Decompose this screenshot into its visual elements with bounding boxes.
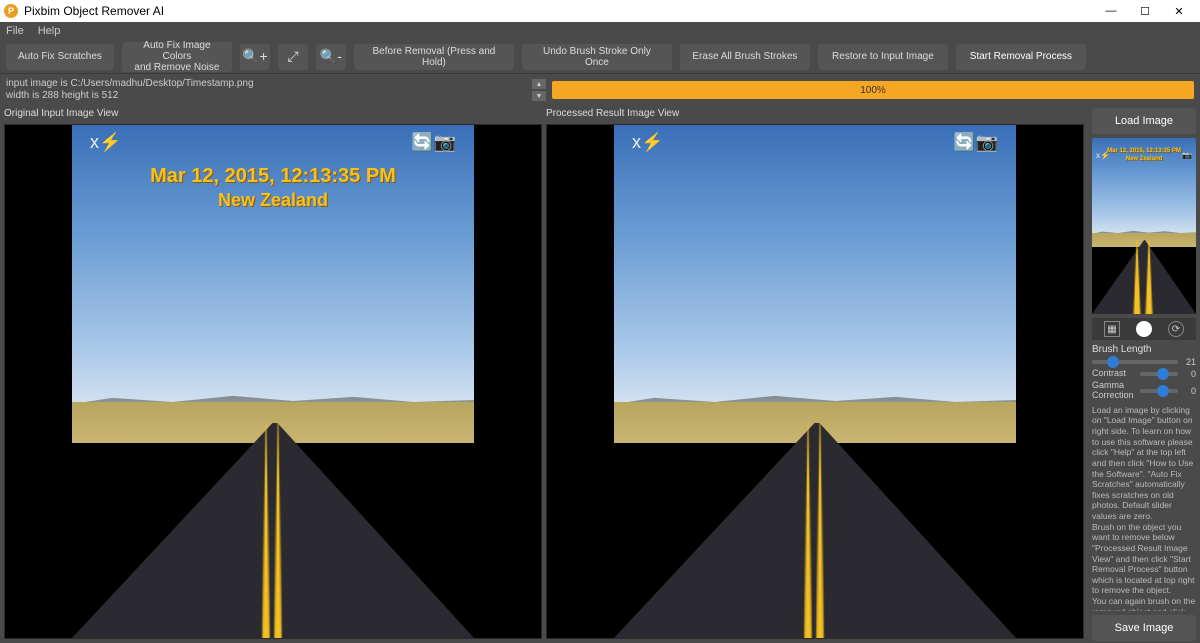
menubar: File Help bbox=[0, 22, 1200, 40]
status-line2: width is 288 height is 512 bbox=[6, 90, 526, 102]
location-text: New Zealand bbox=[72, 190, 474, 211]
switch-icon[interactable]: ⟳ bbox=[1168, 321, 1184, 337]
contrast-value: 0 bbox=[1182, 369, 1196, 379]
erase-all-button[interactable]: Erase All Brush Strokes bbox=[680, 44, 810, 70]
sliders: Brush Length 21 Contrast 0 Gamma Correct… bbox=[1092, 344, 1196, 401]
thumbnail-image: x⚡ 📷 Mar 12, 2015, 12:13:35 PM New Zeala… bbox=[1092, 138, 1196, 314]
original-image: x⚡ 🔄📷 Mar 12, 2015, 12:13:35 PM New Zeal… bbox=[72, 125, 474, 638]
processed-view-canvas[interactable]: x⚡ 🔄📷 bbox=[546, 124, 1084, 639]
maximize-button[interactable]: ☐ bbox=[1128, 0, 1162, 22]
brush-length-label: Brush Length bbox=[1092, 344, 1196, 355]
start-removal-button[interactable]: Start Removal Process bbox=[956, 44, 1086, 70]
progress-value: 100% bbox=[860, 85, 886, 96]
gamma-label: Gamma Correction bbox=[1092, 381, 1136, 401]
help-text: Load an image by clicking on "Load Image… bbox=[1092, 405, 1196, 611]
status-info: input image is C:/Users/madhu/Desktop/Ti… bbox=[6, 76, 526, 104]
status-toggle[interactable]: ▲ ▼ bbox=[532, 76, 546, 104]
zoom-in-button[interactable]: 🔍+ bbox=[240, 44, 270, 70]
progress-container: 100% bbox=[552, 76, 1194, 104]
camera-switch-icon: 🔄📷 bbox=[411, 132, 456, 153]
expand-icon: ⤢ bbox=[287, 49, 298, 64]
contrast-slider[interactable]: Contrast 0 bbox=[1092, 369, 1196, 379]
brush-length-value: 21 bbox=[1182, 357, 1196, 367]
shutter-icon[interactable] bbox=[1136, 321, 1152, 337]
brush-length-slider[interactable]: 21 bbox=[1092, 357, 1196, 367]
contrast-label: Contrast bbox=[1092, 369, 1136, 379]
gamma-value: 0 bbox=[1182, 386, 1196, 396]
timestamp-overlay: Mar 12, 2015, 12:13:35 PM New Zealand bbox=[72, 165, 474, 211]
undo-brush-button[interactable]: Undo Brush Stroke Only Once bbox=[522, 44, 672, 70]
restore-button[interactable]: Restore to Input Image bbox=[818, 44, 948, 70]
auto-fix-colors-button[interactable]: Auto Fix Image Colors and Remove Noise bbox=[122, 42, 232, 72]
status-row: input image is C:/Users/madhu/Desktop/Ti… bbox=[0, 74, 1200, 106]
app-title: Pixbim Object Remover AI bbox=[24, 4, 164, 18]
flash-icon: x⚡ bbox=[632, 132, 663, 153]
camera-switch-icon: 🔄📷 bbox=[953, 132, 998, 153]
gallery-icon[interactable]: ▦ bbox=[1104, 321, 1120, 337]
gamma-slider[interactable]: Gamma Correction 0 bbox=[1092, 381, 1196, 401]
menu-file[interactable]: File bbox=[6, 25, 24, 37]
expand-button[interactable]: ⤢ bbox=[278, 44, 308, 70]
views: Original Input Image View x⚡ 🔄📷 bbox=[0, 106, 1088, 643]
original-view-canvas[interactable]: x⚡ 🔄📷 Mar 12, 2015, 12:13:35 PM New Zeal… bbox=[4, 124, 542, 639]
toolbar: Auto Fix Scratches Auto Fix Image Colors… bbox=[0, 40, 1200, 74]
app-logo-icon: P bbox=[4, 4, 18, 18]
close-button[interactable]: ✕ bbox=[1162, 0, 1196, 22]
before-removal-button[interactable]: Before Removal (Press and Hold) bbox=[354, 44, 514, 70]
processed-image: x⚡ 🔄📷 bbox=[614, 125, 1016, 638]
status-line1: input image is C:/Users/madhu/Desktop/Ti… bbox=[6, 78, 526, 90]
save-image-button[interactable]: Save Image bbox=[1092, 615, 1196, 641]
toggle-up-icon[interactable]: ▲ bbox=[532, 79, 546, 89]
zoom-out-icon: 🔍- bbox=[320, 49, 342, 64]
processed-view-label: Processed Result Image View bbox=[546, 106, 1084, 124]
auto-fix-scratches-button[interactable]: Auto Fix Scratches bbox=[6, 44, 114, 70]
titlebar: P Pixbim Object Remover AI — ☐ ✕ bbox=[0, 0, 1200, 22]
main: Original Input Image View x⚡ 🔄📷 bbox=[0, 106, 1200, 643]
thumbnail[interactable]: x⚡ 📷 Mar 12, 2015, 12:13:35 PM New Zeala… bbox=[1092, 138, 1196, 314]
load-image-button[interactable]: Load Image bbox=[1092, 108, 1196, 134]
thumbnail-overlay: Mar 12, 2015, 12:13:35 PM New Zealand bbox=[1092, 148, 1196, 162]
minimize-button[interactable]: — bbox=[1094, 0, 1128, 22]
right-panel: Load Image x⚡ 📷 Mar 12, 2015, 12:13:35 P… bbox=[1088, 106, 1200, 643]
zoom-in-icon: 🔍+ bbox=[242, 49, 268, 64]
timestamp-text: Mar 12, 2015, 12:13:35 PM bbox=[72, 165, 474, 188]
toggle-down-icon[interactable]: ▼ bbox=[532, 91, 546, 101]
original-view: Original Input Image View x⚡ 🔄📷 bbox=[4, 106, 542, 639]
flash-icon: x⚡ bbox=[90, 132, 121, 153]
thumbnail-bar: ▦ ⟳ bbox=[1092, 318, 1196, 340]
zoom-out-button[interactable]: 🔍- bbox=[316, 44, 346, 70]
progress-bar: 100% bbox=[552, 81, 1194, 99]
original-view-label: Original Input Image View bbox=[4, 106, 542, 124]
menu-help[interactable]: Help bbox=[38, 25, 61, 37]
processed-view: Processed Result Image View x⚡ 🔄📷 bbox=[546, 106, 1084, 639]
